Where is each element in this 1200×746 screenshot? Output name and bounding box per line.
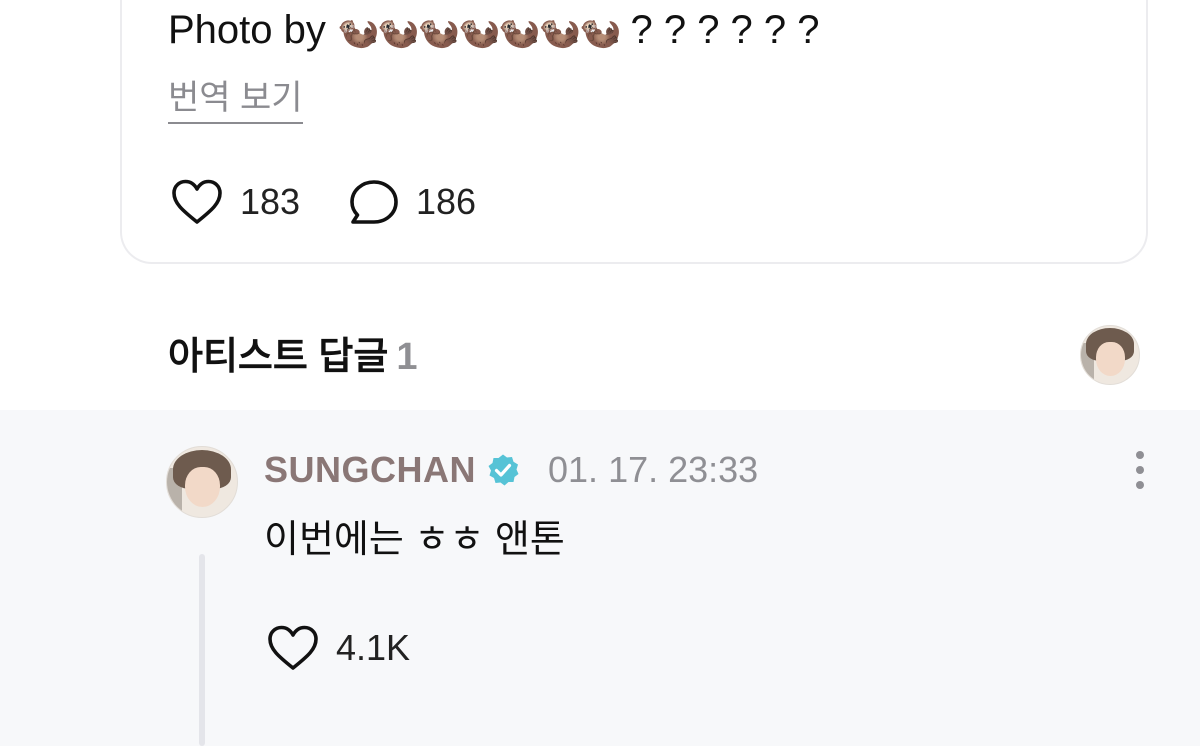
reply-author-avatar[interactable]: [166, 446, 238, 518]
post-comment-count: 186: [416, 181, 477, 222]
reply-author-name[interactable]: SUNGCHAN: [264, 449, 476, 491]
reply-timestamp: 01. 17. 23:33: [548, 449, 759, 490]
reply-text: 이번에는 ㅎㅎ 앤톤: [264, 519, 565, 561]
post-comment-button[interactable]: 186: [348, 176, 476, 228]
post-like-count: 183: [240, 181, 301, 222]
artist-avatar-small[interactable]: [1080, 325, 1140, 385]
heart-outline-icon: [268, 625, 318, 670]
thread-line: [199, 554, 205, 746]
reply-like-button[interactable]: 4.1K: [266, 622, 410, 674]
post-like-button[interactable]: 183: [170, 176, 300, 228]
artist-reply: SUNGCHAN 01. 17. 23:33 이번에는 ㅎㅎ 앤톤 4.1K: [0, 410, 1200, 746]
verified-badge-icon: [488, 454, 519, 486]
page: Photo by 🦦🦦🦦🦦🦦🦦🦦 ? ? ? ? ? ? 번역 보기 183 1…: [0, 0, 1200, 746]
post-text-prefix: Photo by: [168, 8, 326, 52]
vertical-ellipsis-icon[interactable]: [1124, 448, 1156, 492]
speech-bubble-outline-icon: [350, 180, 398, 224]
artist-replies-title: 아티스트 답글: [168, 336, 389, 378]
post-body-text: Photo by 🦦🦦🦦🦦🦦🦦🦦 ? ? ? ? ? ?: [168, 6, 820, 56]
heart-outline-icon: [172, 179, 222, 224]
artist-replies-count: 1: [396, 336, 418, 378]
post-text-suffix: ? ? ? ? ? ?: [619, 8, 820, 52]
otter-emojis: 🦦🦦🦦🦦🦦🦦🦦: [337, 13, 621, 51]
reply-like-count: 4.1K: [336, 627, 411, 668]
artist-replies-header: 아티스트 답글 1: [168, 334, 417, 380]
translate-link[interactable]: 번역 보기: [168, 76, 303, 124]
reply-meta: SUNGCHAN 01. 17. 23:33: [264, 448, 758, 492]
